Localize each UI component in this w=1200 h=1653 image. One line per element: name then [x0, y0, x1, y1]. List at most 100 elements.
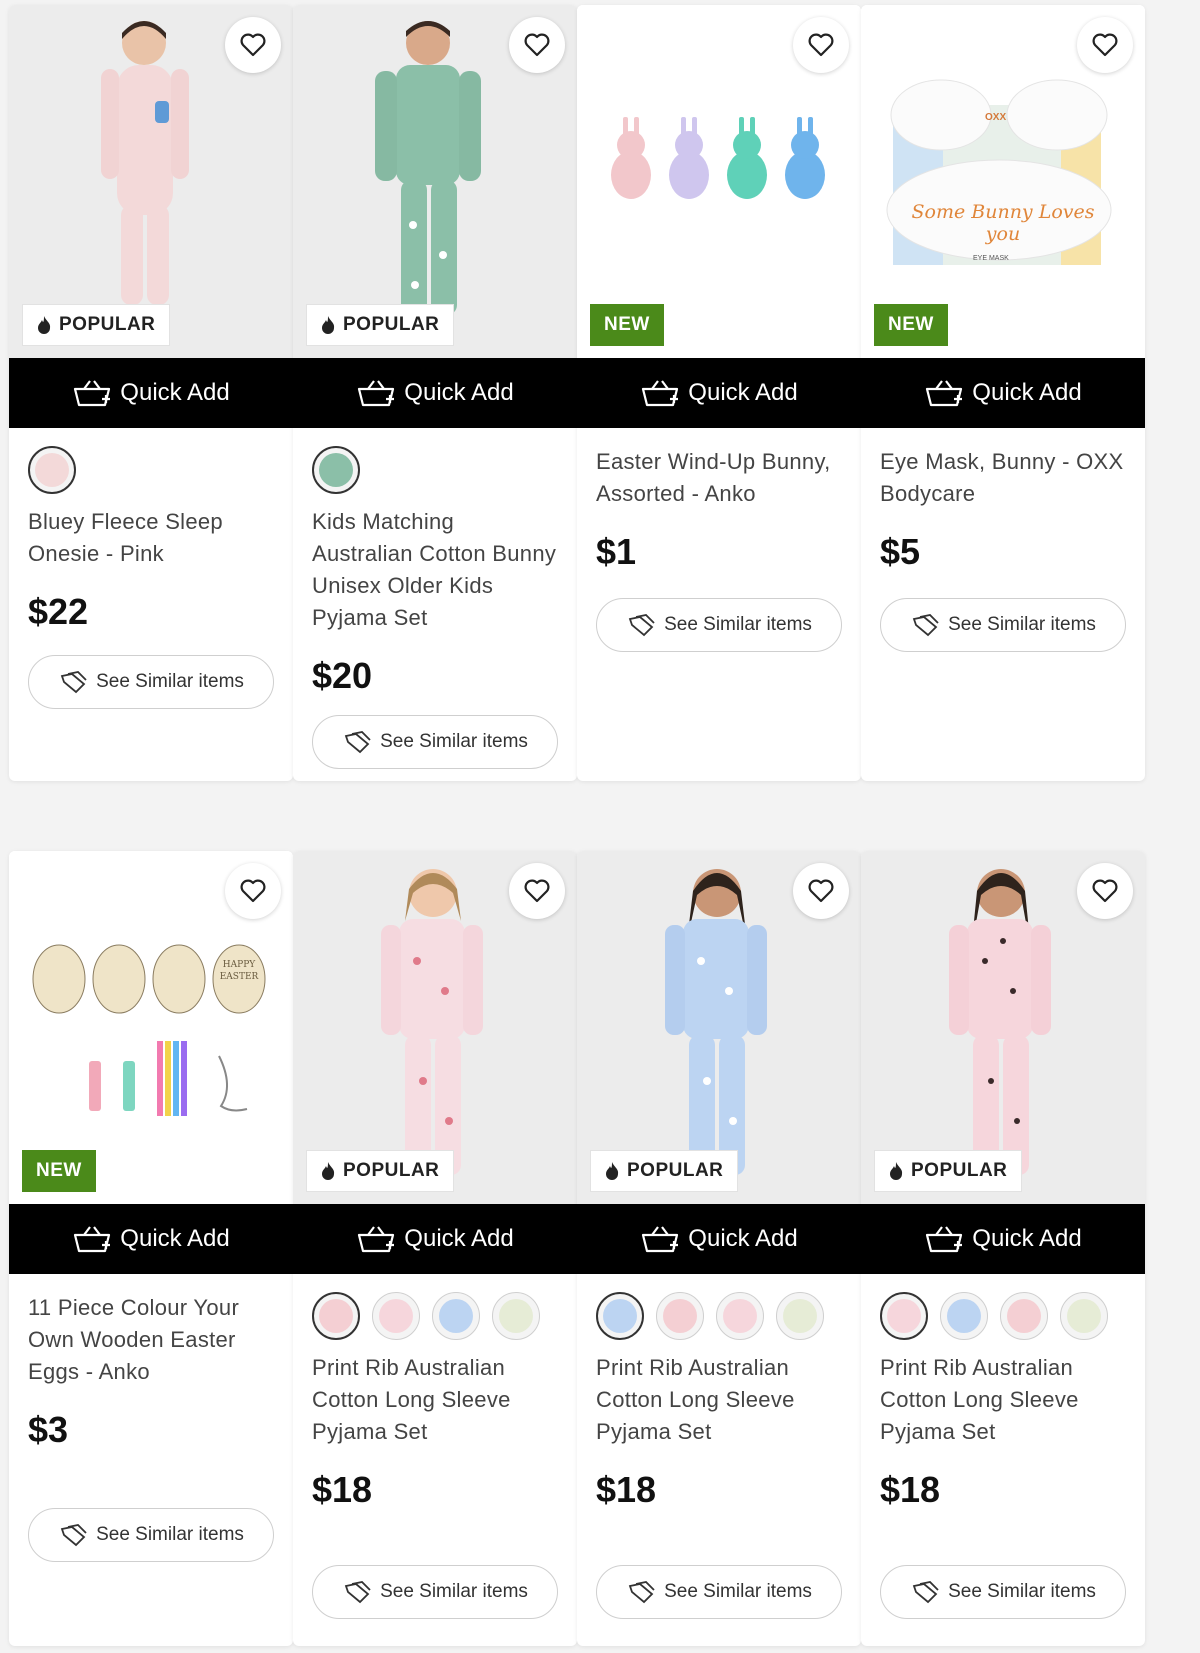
see-similar-label: See Similar items [380, 1581, 528, 1602]
tags-icon [344, 731, 371, 754]
color-swatch[interactable] [776, 1292, 824, 1340]
product-title[interactable]: Eye Mask, Bunny - OXX Bodycare [880, 446, 1126, 510]
see-similar-button[interactable]: See Similar items [880, 1565, 1126, 1619]
new-badge: NEW [874, 304, 948, 346]
popular-badge: POPULAR [306, 304, 455, 346]
color-swatch[interactable] [1000, 1292, 1048, 1340]
product-card[interactable]: POPULAR Quick Add Kids Matching Australi… [293, 5, 577, 781]
flame-icon [321, 1162, 335, 1180]
quick-add-button[interactable]: Quick Add [577, 1204, 861, 1274]
basket-icon [926, 380, 963, 407]
color-swatch[interactable] [28, 446, 76, 494]
quick-add-label: Quick Add [972, 379, 1082, 406]
product-image[interactable]: POPULAR [293, 851, 577, 1204]
color-swatches [28, 446, 274, 494]
quick-add-label: Quick Add [972, 1225, 1082, 1252]
product-image[interactable]: HAPPY EASTER NEW [9, 851, 293, 1204]
product-card[interactable]: NEW Quick Add Easter Wind-Up Bunny, Asso… [577, 5, 861, 781]
color-swatch[interactable] [880, 1292, 928, 1340]
basket-icon [74, 1226, 111, 1253]
product-image[interactable]: OXX Some Bunny Loves you EYE MASK NEW [861, 5, 1145, 358]
wishlist-button[interactable] [225, 863, 281, 919]
see-similar-label: See Similar items [96, 1524, 244, 1545]
wishlist-button[interactable] [509, 863, 565, 919]
wishlist-button[interactable] [1077, 863, 1133, 919]
see-similar-button[interactable]: See Similar items [28, 655, 274, 709]
quick-add-button[interactable]: Quick Add [9, 1204, 293, 1274]
product-card[interactable]: OXX Some Bunny Loves you EYE MASK NEW Qu… [861, 5, 1145, 781]
product-grid: POPULAR Quick Add Bluey Fleece Sleep One… [0, 0, 1200, 1653]
product-title[interactable]: Bluey Fleece Sleep Onesie - Pink [28, 506, 274, 570]
flame-icon [889, 1162, 903, 1180]
product-title[interactable]: Easter Wind-Up Bunny, Assorted - Anko [596, 446, 842, 510]
color-swatch[interactable] [1060, 1292, 1108, 1340]
eye-mask-label: EYE MASK [973, 255, 1009, 262]
tags-icon [60, 671, 87, 694]
popular-badge: POPULAR [306, 1150, 455, 1192]
see-similar-button[interactable]: See Similar items [596, 1565, 842, 1619]
quick-add-button[interactable]: Quick Add [861, 1204, 1145, 1274]
eye-mask-text: Some Bunny Loves you [911, 201, 1095, 245]
quick-add-button[interactable]: Quick Add [293, 1204, 577, 1274]
color-swatches [312, 1292, 558, 1340]
color-swatch[interactable] [940, 1292, 988, 1340]
product-image[interactable]: POPULAR [9, 5, 293, 358]
product-image[interactable]: POPULAR [861, 851, 1145, 1204]
egg-print-text: HAPPY EASTER [219, 960, 259, 982]
product-card[interactable]: POPULAR Quick Add Print Rib Australian C… [577, 851, 861, 1646]
see-similar-label: See Similar items [664, 1581, 812, 1602]
wishlist-button[interactable] [509, 17, 565, 73]
tags-icon [628, 614, 655, 637]
product-image[interactable]: POPULAR [293, 5, 577, 358]
eye-mask-brand: OXX [985, 112, 1007, 123]
badge-label: POPULAR [59, 314, 156, 335]
product-image[interactable]: NEW [577, 5, 861, 358]
see-similar-button[interactable]: See Similar items [312, 715, 558, 769]
wishlist-button[interactable] [1077, 17, 1133, 73]
color-swatch[interactable] [432, 1292, 480, 1340]
product-title[interactable]: Print Rib Australian Cotton Long Sleeve … [312, 1352, 558, 1448]
heart-icon [1092, 33, 1118, 57]
wishlist-button[interactable] [793, 863, 849, 919]
quick-add-button[interactable]: Quick Add [861, 358, 1145, 428]
see-similar-label: See Similar items [948, 614, 1096, 635]
wishlist-button[interactable] [793, 17, 849, 73]
product-card[interactable]: POPULAR Quick Add Bluey Fleece Sleep One… [9, 5, 293, 781]
color-swatch[interactable] [656, 1292, 704, 1340]
product-card[interactable]: HAPPY EASTER NEW Quick Add 11 Piece Colo… [9, 851, 293, 1646]
see-similar-button[interactable]: See Similar items [880, 598, 1126, 652]
product-price: $20 [312, 655, 373, 696]
see-similar-button[interactable]: See Similar items [596, 598, 842, 652]
wishlist-button[interactable] [225, 17, 281, 73]
quick-add-button[interactable]: Quick Add [293, 358, 577, 428]
quick-add-label: Quick Add [120, 379, 230, 406]
product-title[interactable]: Kids Matching Australian Cotton Bunny Un… [312, 506, 558, 634]
new-badge: NEW [22, 1150, 96, 1192]
color-swatch[interactable] [372, 1292, 420, 1340]
quick-add-button[interactable]: Quick Add [577, 358, 861, 428]
badge-label: POPULAR [627, 1160, 724, 1181]
tags-icon [628, 1581, 655, 1604]
see-similar-button[interactable]: See Similar items [312, 1565, 558, 1619]
tags-icon [344, 1581, 371, 1604]
quick-add-button[interactable]: Quick Add [9, 358, 293, 428]
tags-icon [912, 1581, 939, 1604]
product-image[interactable]: POPULAR [577, 851, 861, 1204]
product-title[interactable]: Print Rib Australian Cotton Long Sleeve … [596, 1352, 842, 1448]
product-title[interactable]: 11 Piece Colour Your Own Wooden Easter E… [28, 1292, 274, 1388]
color-swatch[interactable] [716, 1292, 764, 1340]
color-swatches [596, 1292, 842, 1340]
heart-icon [808, 33, 834, 57]
product-card[interactable]: POPULAR Quick Add Print Rib Australian C… [861, 851, 1145, 1646]
product-price: $5 [880, 531, 921, 572]
color-swatch[interactable] [312, 1292, 360, 1340]
product-title[interactable]: Print Rib Australian Cotton Long Sleeve … [880, 1352, 1126, 1448]
see-similar-button[interactable]: See Similar items [28, 1508, 274, 1562]
popular-badge: POPULAR [590, 1150, 739, 1192]
badge-label: POPULAR [911, 1160, 1008, 1181]
product-card[interactable]: POPULAR Quick Add Print Rib Australian C… [293, 851, 577, 1646]
badge-label: POPULAR [343, 1160, 440, 1181]
color-swatch[interactable] [492, 1292, 540, 1340]
color-swatch[interactable] [312, 446, 360, 494]
color-swatch[interactable] [596, 1292, 644, 1340]
